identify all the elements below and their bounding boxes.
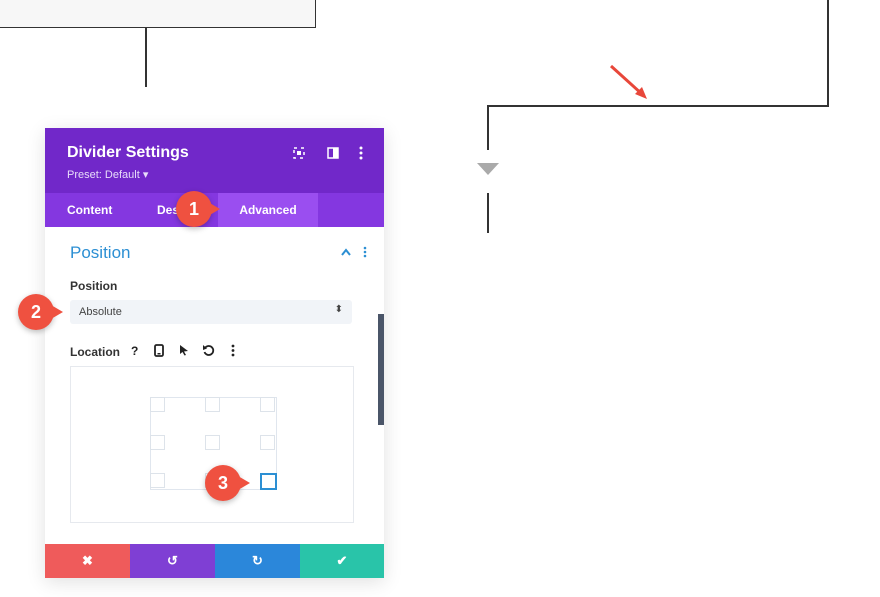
panel-header: Divider Settings Preset: Default ▾ xyxy=(45,128,384,193)
connector-line xyxy=(487,105,489,150)
divider-triangle-icon xyxy=(477,163,499,175)
location-top-right[interactable] xyxy=(260,397,275,412)
tab-advanced[interactable]: Advanced xyxy=(218,193,318,227)
location-top-left[interactable] xyxy=(150,397,165,412)
select-arrows-icon: ⬍ xyxy=(334,304,343,315)
help-icon[interactable]: ? xyxy=(131,344,138,358)
more-vertical-icon[interactable] xyxy=(231,344,235,357)
callout-pointer xyxy=(238,476,250,490)
location-picker xyxy=(70,366,354,523)
callout-2: 2 xyxy=(18,294,54,330)
pointer-icon[interactable] xyxy=(179,344,189,356)
redo-button[interactable]: ↻ xyxy=(215,544,300,578)
reset-icon[interactable] xyxy=(202,344,215,357)
location-bottom-right[interactable] xyxy=(260,473,277,490)
chevron-up-icon[interactable] xyxy=(341,248,351,256)
columns-icon[interactable] xyxy=(327,147,339,159)
connector-line xyxy=(487,105,829,107)
connector-line xyxy=(487,193,489,233)
arrow-annotation-icon xyxy=(609,64,647,99)
location-label: Location xyxy=(70,345,120,359)
cancel-button[interactable]: ✖ xyxy=(45,544,130,578)
connector-line xyxy=(145,27,147,87)
position-select-value: Absolute xyxy=(79,306,122,318)
position-select[interactable]: Absolute ⬍ xyxy=(70,300,352,324)
location-center[interactable] xyxy=(205,435,220,450)
callout-pointer xyxy=(51,305,63,319)
scrollbar[interactable] xyxy=(378,314,384,425)
panel-title: Divider Settings xyxy=(67,144,189,161)
section-outline xyxy=(0,0,316,28)
panel-footer: ✖ ↺ ↻ ✔ xyxy=(45,544,384,578)
connector-line xyxy=(827,0,829,107)
callout-pointer xyxy=(208,202,220,216)
location-center-left[interactable] xyxy=(150,435,165,450)
position-label: Position xyxy=(70,279,118,293)
undo-button[interactable]: ↺ xyxy=(130,544,215,578)
callout-1: 1 xyxy=(176,191,212,227)
mobile-icon[interactable] xyxy=(154,344,164,357)
divider-settings-panel: Divider Settings Preset: Default ▾ Conte… xyxy=(45,128,384,578)
more-vertical-icon[interactable] xyxy=(359,146,363,160)
save-button[interactable]: ✔ xyxy=(300,544,384,578)
callout-3: 3 xyxy=(205,465,241,501)
section-more-icon[interactable] xyxy=(363,246,367,258)
preset-dropdown[interactable]: Preset: Default ▾ xyxy=(67,168,148,181)
location-center-right[interactable] xyxy=(260,435,275,450)
tab-content[interactable]: Content xyxy=(67,193,112,227)
section-title[interactable]: Position xyxy=(70,243,130,263)
expand-icon[interactable] xyxy=(293,147,305,159)
location-bottom-left[interactable] xyxy=(150,473,165,488)
location-top-center[interactable] xyxy=(205,397,220,412)
